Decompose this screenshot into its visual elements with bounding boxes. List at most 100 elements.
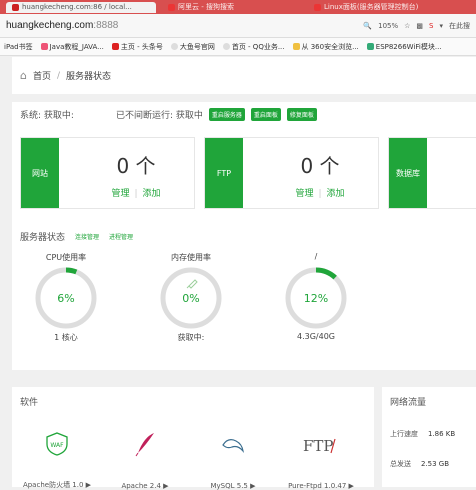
globe-icon	[223, 43, 230, 50]
software-name: Pure-Ftpd 1.0.47 ▶	[282, 482, 360, 490]
bookmark[interactable]: iPad书签	[4, 42, 33, 52]
gauge-bottom: 获取中:	[151, 332, 231, 343]
toutiao-icon	[112, 43, 119, 50]
java-icon	[41, 43, 48, 50]
disk-gauge[interactable]: / 12% 4.3G/40G	[276, 252, 356, 341]
tab-label: huangkecheng.com:86 / local...	[22, 3, 132, 11]
gauge-bottom: 4.3G/40G	[276, 332, 356, 341]
svg-text:WAF: WAF	[50, 442, 64, 449]
svg-text:FTP: FTP	[303, 437, 334, 455]
gauge-ring: 0%	[159, 266, 223, 330]
connection-manage-link[interactable]: 连接管理	[75, 232, 99, 241]
software-name: Apache防火墙 1.0 ▶	[18, 480, 96, 490]
bookmark[interactable]: 大鱼号官网	[171, 42, 215, 52]
software-item[interactable]: MySQL 5.5 ▶	[194, 427, 272, 487]
bookmark[interactable]: 主页 - 头条号	[112, 42, 163, 52]
site-card: 网站 0 个 管理|添加	[20, 137, 195, 209]
software-item[interactable]: WAF Apache防火墙 1.0 ▶	[18, 427, 96, 487]
sogou-icon[interactable]: S	[429, 22, 433, 30]
bookmark[interactable]: 从 360安全浏览...	[293, 42, 359, 52]
gauge-ring: 12%	[284, 266, 348, 330]
gauge-title: /	[276, 252, 356, 266]
apache-feather-icon	[132, 431, 158, 457]
card-count: 1	[429, 150, 476, 174]
gauge-bottom: 1 核心	[26, 332, 106, 343]
search-icon[interactable]: 🔍	[363, 22, 372, 30]
software-title: 软件	[20, 395, 38, 408]
card-count: 0 个	[81, 150, 191, 179]
uptime-label: 已不间断运行: 获取中	[116, 108, 203, 121]
folder-icon	[293, 43, 300, 50]
url-field[interactable]: huangkecheng.com:8888	[6, 20, 363, 31]
bookmarks-bar: iPad书签 Java教程_JAVA... 主页 - 头条号 大鱼号官网 首页 …	[0, 38, 476, 56]
memory-gauge[interactable]: 内存使用率 0% 获取中:	[151, 252, 231, 343]
breadcrumb-current: 服务器状态	[66, 69, 111, 82]
network-title: 网络流量	[390, 395, 426, 408]
browser-tab-bar: huangkecheng.com:86 / local... 阿里云 - 搜狗搜…	[0, 0, 476, 14]
bookmark[interactable]: ESP8266WiFi模块...	[367, 42, 442, 52]
gauge-title: CPU使用率	[26, 252, 106, 266]
software-panel: 软件 WAF Apache防火墙 1.0 ▶ Apache 2.4 ▶ MySQ…	[12, 387, 374, 487]
card-count: 0 个	[265, 150, 375, 179]
gauge-title: 内存使用率	[151, 252, 231, 266]
card-label: 网站	[21, 138, 59, 208]
add-link[interactable]: 添加	[143, 189, 161, 199]
row-value: 1.86 KB	[428, 430, 455, 438]
mysql-dolphin-icon	[220, 431, 246, 457]
system-label: 系统: 获取中:	[20, 108, 74, 121]
tab-linux-panel[interactable]: Linux面板(服务器管理控制台)	[308, 2, 448, 13]
extension-icon[interactable]: ▩	[416, 22, 423, 30]
software-item[interactable]: FTP Pure-Ftpd 1.0.47 ▶	[282, 427, 360, 487]
server-status-panel: 服务器状态 连接管理 进程管理 CPU使用率 6% 1 核心 内存使用率 0% …	[12, 222, 476, 370]
breadcrumb: ⌂ 首页 / 服务器状态	[12, 57, 476, 94]
globe-icon	[171, 43, 178, 50]
total-sent-row: 总发送 2.53 GB	[390, 459, 449, 469]
bookmark[interactable]: 首页 - QQ业务...	[223, 42, 285, 52]
gauge-value: 6%	[57, 292, 74, 305]
network-panel: 网络流量 上行速度 1.86 KB 总发送 2.53 GB	[382, 387, 476, 487]
tab-label: Linux面板(服务器管理控制台)	[324, 2, 418, 12]
breadcrumb-separator: /	[57, 71, 60, 81]
chevron-down-icon[interactable]: ▾	[439, 22, 443, 30]
repair-panel-button[interactable]: 修复面板	[287, 108, 317, 121]
search-hint[interactable]: 在此搜	[449, 21, 470, 31]
tab-favicon-icon	[168, 4, 175, 11]
gauge-value: 12%	[304, 292, 328, 305]
restart-panel-button[interactable]: 重启面板	[251, 108, 281, 121]
address-bar[interactable]: huangkecheng.com:8888 🔍 105% ☆ ▩ S ▾ 在此搜	[0, 14, 476, 38]
row-label: 上行速度	[390, 430, 418, 438]
home-icon[interactable]: ⌂	[20, 69, 27, 82]
restart-server-button[interactable]: 重启服务器	[209, 108, 245, 121]
tab-favicon-icon	[12, 4, 19, 11]
page-content: ⌂ 首页 / 服务器状态 系统: 获取中: 已不间断运行: 获取中 重启服务器 …	[12, 57, 476, 477]
gauge-ring: 6%	[34, 266, 98, 330]
url-port: :8888	[93, 20, 118, 31]
tab-label: 阿里云 - 搜狗搜索	[178, 2, 234, 12]
upload-speed-row: 上行速度 1.86 KB	[390, 429, 455, 439]
software-item[interactable]: Apache 2.4 ▶	[106, 427, 184, 487]
row-value: 2.53 GB	[421, 460, 449, 468]
card-label: 数据库	[389, 138, 427, 208]
star-icon[interactable]: ☆	[404, 22, 410, 30]
bookmark[interactable]: Java教程_JAVA...	[41, 42, 104, 52]
manage-link[interactable]: 管理	[295, 189, 313, 199]
server-status-title: 服务器状态	[20, 230, 65, 243]
software-name: Apache 2.4 ▶	[106, 482, 184, 490]
software-name: MySQL 5.5 ▶	[194, 482, 272, 490]
card-label: FTP	[205, 138, 243, 208]
manage-link[interactable]: 管理	[111, 189, 129, 199]
tab-favicon-icon	[314, 4, 321, 11]
tab-panel[interactable]: huangkecheng.com:86 / local...	[6, 2, 156, 13]
tab-search[interactable]: 阿里云 - 搜狗搜索	[162, 2, 302, 13]
process-manage-link[interactable]: 进程管理	[109, 232, 133, 241]
cpu-gauge[interactable]: CPU使用率 6% 1 核心	[26, 252, 106, 343]
zoom-level[interactable]: 105%	[378, 22, 398, 30]
breadcrumb-home[interactable]: 首页	[33, 69, 51, 82]
add-link[interactable]: 添加	[327, 189, 345, 199]
chip-icon	[367, 43, 374, 50]
waf-shield-icon: WAF	[44, 431, 70, 457]
rocket-icon	[187, 280, 197, 288]
database-card: 数据库 1 管	[388, 137, 476, 209]
ftp-logo-icon: FTP	[301, 431, 341, 457]
row-label: 总发送	[390, 460, 411, 468]
